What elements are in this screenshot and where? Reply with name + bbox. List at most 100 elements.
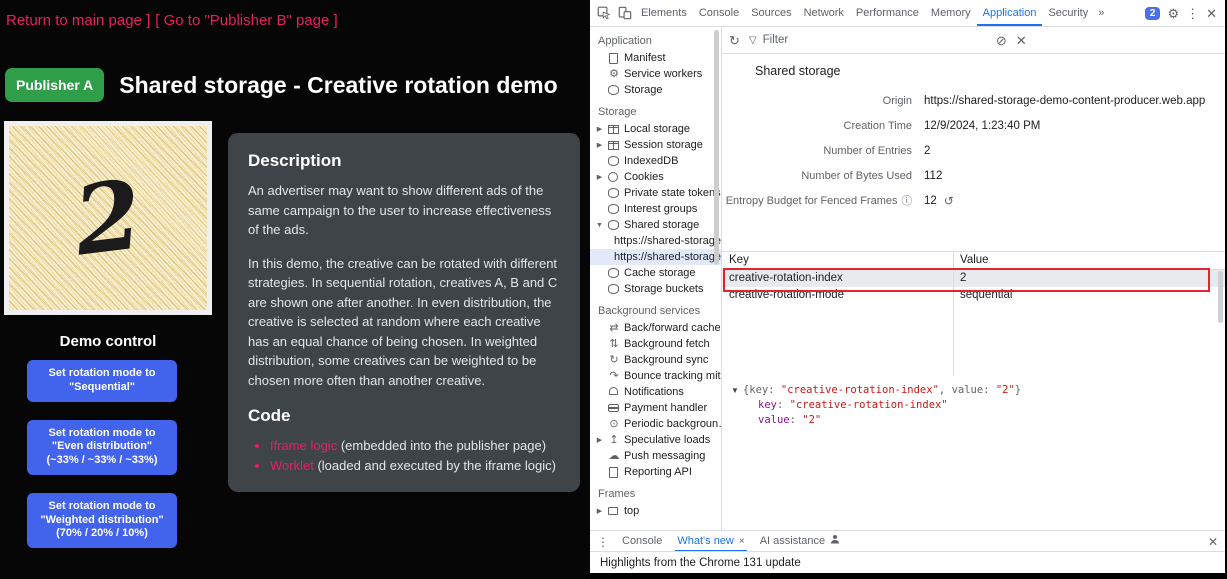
clock-icon: ⊙: [608, 418, 620, 430]
sidebar-item-storage-buckets[interactable]: Storage buckets: [590, 281, 721, 297]
sidebar-item-background-sync[interactable]: ↻Background sync: [590, 352, 721, 368]
storage-entry-row[interactable]: creative-rotation-index2: [722, 270, 1225, 287]
more-options-icon[interactable]: ⋮: [1186, 7, 1199, 20]
storage-entry-row[interactable]: creative-rotation-modesequential: [722, 287, 1225, 304]
refresh-icon[interactable]: ↻: [729, 34, 740, 47]
tab-network[interactable]: Network: [798, 0, 850, 26]
sidebar-item-manifest[interactable]: Manifest: [590, 50, 721, 66]
drawer-tab-label: AI assistance: [760, 531, 825, 552]
code-links-list: Iframe logic (embedded into the publishe…: [248, 436, 560, 476]
rotation-mode-button[interactable]: Set rotation mode to "Even distribution"…: [27, 420, 177, 475]
database-icon: [608, 156, 619, 166]
drawer-tab-ai-assistance[interactable]: AI assistance: [758, 531, 842, 552]
expand-arrow-icon[interactable]: ▼: [595, 222, 604, 229]
rotation-mode-button[interactable]: Set rotation mode to "Sequential": [27, 360, 177, 402]
metadata-row: Entropy Budget for Fenced Framesⓘ12↺: [722, 188, 1225, 213]
sidebar-item-label: Private state tokens: [624, 187, 721, 199]
column-header-key[interactable]: Key: [722, 252, 953, 269]
sidebar-item-storage[interactable]: Storage: [590, 82, 721, 98]
expand-arrow-icon[interactable]: ▶: [595, 436, 604, 444]
info-icon[interactable]: ⓘ: [902, 195, 913, 207]
expand-arrow-icon[interactable]: ▶: [595, 173, 604, 181]
tab-memory[interactable]: Memory: [925, 0, 977, 26]
expand-arrow-icon[interactable]: ▶: [595, 141, 604, 149]
property-value: "creative-rotation-index": [790, 399, 948, 411]
delete-selected-icon[interactable]: ✕: [1016, 34, 1027, 47]
nav-link[interactable]: [ Go to "Publisher B" page ]: [155, 12, 337, 29]
column-divider[interactable]: [953, 252, 954, 377]
drawer-tab-console[interactable]: Console: [620, 531, 664, 552]
metadata-label: Creation Time: [722, 120, 912, 132]
code-link[interactable]: Iframe logic: [270, 438, 337, 453]
preview-key: key:: [749, 384, 781, 396]
sidebar-scrollbar[interactable]: [714, 30, 719, 265]
sidebar-item-periodic-backgroun[interactable]: ⊙Periodic backgroun…: [590, 416, 721, 432]
sidebar-item-bounce-tracking-miti[interactable]: ↷Bounce tracking miti…: [590, 368, 721, 384]
expand-arrow-icon[interactable]: ▶: [595, 125, 604, 133]
sidebar-item-indexeddb[interactable]: IndexedDB: [590, 153, 721, 169]
sidebar-item-back-forward-cache[interactable]: ⇄Back/forward cache: [590, 320, 721, 336]
close-tab-icon[interactable]: ×: [739, 531, 745, 552]
sidebar-item-label: top: [624, 505, 721, 517]
sidebar-item-label: Push messaging: [624, 450, 721, 462]
sidebar-item-shared-storage-origin[interactable]: https://shared-storage…: [590, 233, 721, 249]
expand-arrow-icon[interactable]: ▶: [595, 507, 604, 515]
close-drawer-icon[interactable]: ✕: [1208, 535, 1218, 549]
metadata-row: Number of Bytes Used 112: [722, 163, 1225, 188]
sidebar-item-notifications[interactable]: Notifications: [590, 384, 721, 400]
sidebar-item-private-state-tokens[interactable]: Private state tokens: [590, 185, 721, 201]
metadata-value: 112: [924, 170, 942, 182]
sidebar-item-label: https://shared-storage…: [614, 251, 721, 263]
settings-gear-icon[interactable]: ⚙: [1167, 7, 1179, 20]
sidebar-item-top[interactable]: ▶ top: [590, 503, 721, 519]
table-scrollbar[interactable]: [1218, 271, 1223, 323]
sidebar-item-cookies[interactable]: ▶ Cookies: [590, 169, 721, 185]
sidebar-item-shared-storage[interactable]: ▼ Shared storage: [590, 217, 721, 233]
sidebar-item-label: Cookies: [624, 171, 721, 183]
metadata-report: Originhttps://shared-storage-demo-conten…: [722, 88, 1225, 213]
top-nav: Return to main page ] [ Go to "Publisher …: [6, 12, 343, 29]
sidebar-item-reporting-api[interactable]: Reporting API: [590, 464, 721, 480]
tab-security[interactable]: Security: [1042, 0, 1094, 26]
whats-new-content: Highlights from the Chrome 131 update: [590, 551, 1225, 573]
publisher-badge: Publisher A: [5, 68, 104, 102]
tab-sources[interactable]: Sources: [745, 0, 797, 26]
sidebar-item-push-messaging[interactable]: ☁ Push messaging: [590, 448, 721, 464]
more-tabs-icon[interactable]: »: [1094, 7, 1108, 19]
shared-storage-content: Shared storage Originhttps://shared-stor…: [722, 54, 1225, 530]
drawer-tab-what-s-new[interactable]: What's new×: [675, 531, 746, 552]
sidebar-item-speculative-loads[interactable]: ▶↥Speculative loads: [590, 432, 721, 448]
metadata-label: Number of Bytes Used: [722, 170, 912, 182]
column-header-value[interactable]: Value: [953, 252, 989, 269]
nav-link[interactable]: Return to main page ]: [6, 12, 150, 29]
delete-all-icon[interactable]: ⊘: [996, 34, 1007, 47]
cloud-icon: ☁: [608, 450, 620, 462]
sidebar-item-session-storage[interactable]: ▶Session storage: [590, 137, 721, 153]
filter-input[interactable]: ▽ Filter: [749, 34, 987, 46]
sidebar-item-interest-groups[interactable]: Interest groups: [590, 201, 721, 217]
tab-application[interactable]: Application: [977, 0, 1043, 26]
rotation-mode-button[interactable]: Set rotation mode to "Weighted distribut…: [27, 493, 177, 548]
code-link[interactable]: Worklet: [270, 458, 314, 473]
tab-elements[interactable]: Elements: [635, 0, 693, 26]
description-paragraph: An advertiser may want to show different…: [248, 181, 560, 240]
issues-count-badge[interactable]: 2: [1145, 7, 1161, 20]
reset-budget-icon[interactable]: ↺: [944, 194, 954, 208]
sidebar-item-shared-storage-origin[interactable]: https://shared-storage…: [590, 249, 721, 265]
sidebar-item-label: Shared storage: [624, 219, 721, 231]
device-toolbar-icon[interactable]: [614, 2, 635, 24]
expand-triangle-icon[interactable]: ▼: [731, 386, 739, 395]
tab-console[interactable]: Console: [693, 0, 745, 26]
sidebar-item-local-storage[interactable]: ▶Local storage: [590, 121, 721, 137]
drawer-menu-icon[interactable]: ⋮: [597, 535, 609, 549]
close-devtools-icon[interactable]: ✕: [1206, 7, 1217, 20]
sidebar-item-background-fetch[interactable]: ⇅Background fetch: [590, 336, 721, 352]
ai-assistance-icon: [830, 531, 840, 552]
sidebar-item-payment-handler[interactable]: Payment handler: [590, 400, 721, 416]
inspect-element-icon[interactable]: [593, 2, 614, 24]
sidebar-item-service-workers[interactable]: ⚙Service workers: [590, 66, 721, 82]
entry-preview-pane: ▼{key: "creative-rotation-index", value:…: [722, 376, 1225, 530]
sidebar-item-cache-storage[interactable]: Cache storage: [590, 265, 721, 281]
document-icon: [609, 53, 618, 64]
tab-performance[interactable]: Performance: [850, 0, 925, 26]
